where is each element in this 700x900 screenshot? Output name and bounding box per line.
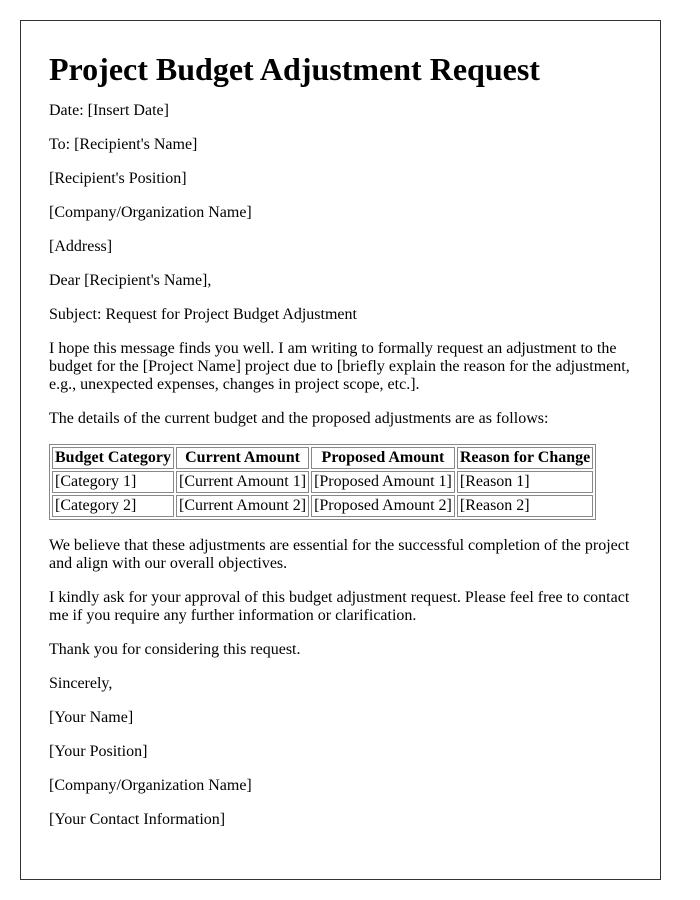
- intro-paragraph: I hope this message finds you well. I am…: [49, 340, 630, 393]
- table-cell: [Category 1]: [52, 471, 174, 493]
- table-header-row: Budget Category Current Amount Proposed …: [52, 447, 594, 469]
- signature-company: [Company/Organization Name]: [49, 777, 252, 794]
- company-line: [Company/Organization Name]: [49, 204, 252, 221]
- approval-request-paragraph: I kindly ask for your approval of this b…: [49, 589, 630, 624]
- thank-you-paragraph: Thank you for considering this request.: [49, 641, 301, 658]
- signature-position: [Your Position]: [49, 743, 148, 760]
- table-cell: [Reason 1]: [456, 471, 594, 493]
- column-header-reason: Reason for Change: [456, 447, 594, 469]
- signature-contact: [Your Contact Information]: [49, 811, 226, 828]
- signature-name: [Your Name]: [49, 709, 134, 726]
- salutation: Dear [Recipient's Name],: [49, 272, 212, 289]
- table-row: [Category 1] [Current Amount 1] [Propose…: [52, 471, 594, 493]
- address-line: [Address]: [49, 238, 113, 255]
- table-intro-paragraph: The details of the current budget and th…: [49, 410, 549, 427]
- budget-table: Budget Category Current Amount Proposed …: [49, 444, 597, 520]
- date-line: Date: [Insert Date]: [49, 102, 169, 119]
- closing: Sincerely,: [49, 675, 113, 692]
- column-header-proposed-amount: Proposed Amount: [311, 447, 455, 469]
- table-cell: [Reason 2]: [456, 495, 594, 517]
- letter-title: Project Budget Adjustment Request: [49, 51, 540, 87]
- letter-container: Project Budget Adjustment Request Date: …: [20, 20, 661, 880]
- recipient-name-line: To: [Recipient's Name]: [49, 136, 198, 153]
- subject-line: Subject: Request for Project Budget Adju…: [49, 306, 357, 323]
- column-header-current-amount: Current Amount: [175, 447, 310, 469]
- table-cell: [Current Amount 1]: [175, 471, 310, 493]
- table-cell: [Proposed Amount 2]: [311, 495, 455, 517]
- table-row: [Category 2] [Current Amount 2] [Propose…: [52, 495, 594, 517]
- table-cell: [Proposed Amount 1]: [311, 471, 455, 493]
- column-header-budget-category: Budget Category: [52, 447, 174, 469]
- table-cell: [Current Amount 2]: [175, 495, 310, 517]
- justification-paragraph: We believe that these adjustments are es…: [49, 537, 630, 572]
- recipient-position-line: [Recipient's Position]: [49, 170, 187, 187]
- table-cell: [Category 2]: [52, 495, 174, 517]
